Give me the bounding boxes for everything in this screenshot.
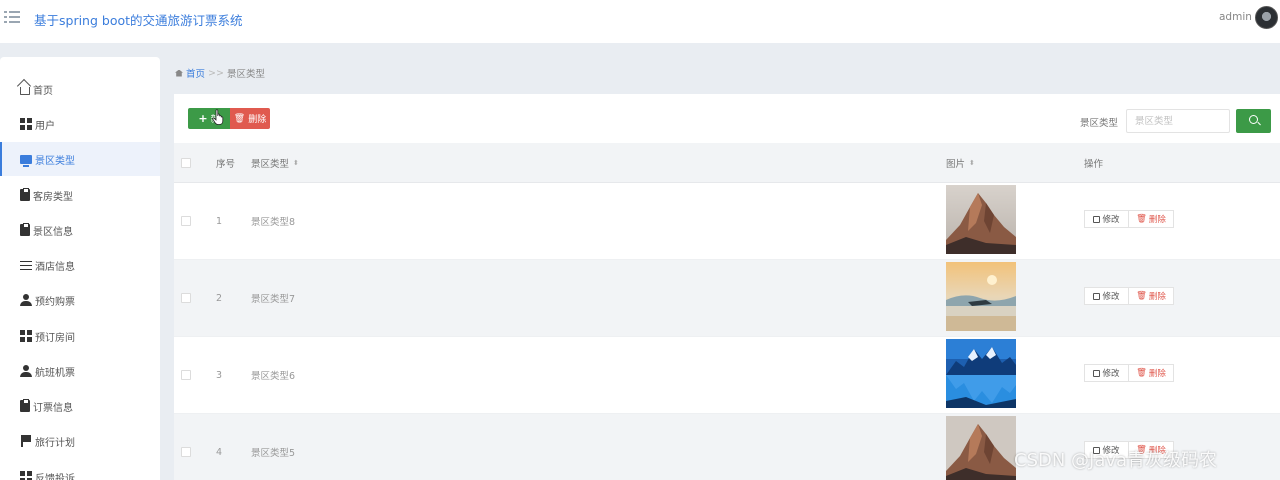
sidebar-item-flight[interactable]: 航班机票	[0, 354, 160, 388]
sidebar-item-label: 订票信息	[33, 402, 73, 414]
breadcrumb-home-link[interactable]: 首页	[186, 66, 205, 80]
table-row: 1 景区类型8 修改 🗑 删除	[174, 183, 1280, 260]
row-index: 2	[216, 292, 223, 304]
trash-icon: 🗑	[1136, 214, 1147, 224]
row-type: 景区类型5	[251, 448, 296, 459]
menu-toggle-icon[interactable]	[4, 9, 20, 25]
delete-button[interactable]: 🗑 删除	[1129, 364, 1174, 382]
sidebar-item-users[interactable]: 用户	[0, 107, 160, 141]
sidebar-item-label: 景区类型	[35, 155, 75, 167]
sidebar-item-room-booking[interactable]: 预订房间	[0, 319, 160, 353]
sidebar-item-feedback[interactable]: 反馈投诉	[0, 460, 160, 480]
sidebar-item-label: 用户	[35, 120, 55, 132]
home-icon	[20, 86, 30, 95]
edit-icon	[1093, 292, 1101, 300]
watermark: CSDN @Java青灰级码农	[1014, 450, 1218, 471]
sidebar: 首页 用户 景区类型 客房类型 景区信息 酒店信息 预约购票 预订房间 航班机票…	[0, 57, 160, 480]
column-index: 序号	[216, 158, 236, 170]
sidebar-item-scenic-type[interactable]: 景区类型	[0, 142, 160, 176]
batch-delete-button[interactable]: 🗑 删除	[230, 108, 270, 129]
breadcrumb-current: 景区类型	[226, 69, 265, 80]
select-all-checkbox[interactable]	[181, 157, 191, 168]
screen-icon	[20, 154, 32, 167]
row-type: 景区类型8	[251, 217, 296, 228]
main-panel: + 新 🗑 删除 景区类型 序号 景区类型⬍ 图片⬍ 操作 1 景区类型8 修改	[174, 94, 1280, 480]
edit-icon	[1093, 215, 1101, 223]
search-label: 景区类型	[1080, 118, 1119, 129]
search-icon	[1249, 115, 1258, 124]
search-input[interactable]	[1126, 109, 1230, 133]
row-checkbox[interactable]	[181, 370, 191, 380]
users-icon	[20, 365, 32, 377]
row-checkbox[interactable]	[181, 447, 191, 457]
clipboard-icon	[20, 399, 30, 412]
sliders-icon	[20, 259, 32, 271]
sidebar-item-ticket-booking[interactable]: 预约购票	[0, 283, 160, 317]
delete-button[interactable]: 🗑 删除	[1129, 287, 1174, 305]
delete-button[interactable]: 🗑 删除	[1129, 210, 1174, 228]
sidebar-item-label: 反馈投诉	[35, 473, 75, 480]
column-image[interactable]: 图片 ⬍	[946, 143, 975, 182]
table-row: 2 景区类型7 修改 🗑 删除	[174, 260, 1280, 337]
sidebar-item-order-info[interactable]: 订票信息	[0, 389, 160, 423]
search-button[interactable]	[1236, 109, 1271, 133]
sidebar-item-hotel-info[interactable]: 酒店信息	[0, 248, 160, 282]
sidebar-item-label: 景区信息	[33, 226, 73, 238]
scenic-image	[946, 416, 1016, 480]
clipboard-icon	[20, 223, 30, 236]
scenic-image	[946, 262, 1016, 331]
sidebar-item-travel-plan[interactable]: 旅行计划	[0, 424, 160, 458]
row-index: 4	[216, 446, 223, 458]
breadcrumb: 首页 >> 景区类型	[175, 66, 265, 80]
table-header: 序号 景区类型 ⬍ 图片 ⬍ 操作	[174, 143, 1280, 183]
flag-icon	[20, 435, 32, 447]
edit-button[interactable]: 修改	[1084, 210, 1129, 228]
trash-icon: 🗑	[1136, 291, 1147, 301]
scenic-image	[946, 339, 1016, 408]
table-row: 3 景区类型6 修改 🗑 删除	[174, 337, 1280, 414]
sidebar-item-label: 航班机票	[35, 367, 75, 379]
top-header: 基于spring boot的交通旅游订票系统 admin	[0, 0, 1280, 43]
app-title: 基于spring boot的交通旅游订票系统	[34, 13, 243, 28]
grid-icon	[20, 471, 32, 480]
user-name[interactable]: admin	[1219, 11, 1252, 23]
sidebar-item-label: 首页	[33, 85, 53, 97]
sidebar-item-label: 酒店信息	[35, 261, 75, 273]
column-type[interactable]: 景区类型 ⬍	[251, 143, 299, 182]
home-icon	[175, 69, 183, 77]
column-actions: 操作	[1084, 158, 1104, 170]
sidebar-item-scenic-info[interactable]: 景区信息	[0, 213, 160, 247]
trash-icon: 🗑	[1136, 368, 1147, 378]
plus-icon: +	[198, 112, 208, 125]
sidebar-item-label: 预约购票	[35, 296, 75, 308]
row-index: 1	[216, 215, 223, 227]
clipboard-check-icon	[20, 188, 30, 201]
sidebar-item-room-type[interactable]: 客房类型	[0, 178, 160, 212]
row-type: 景区类型7	[251, 294, 296, 305]
edit-button[interactable]: 修改	[1084, 287, 1129, 305]
breadcrumb-separator: >>	[208, 67, 224, 79]
avatar[interactable]	[1255, 6, 1278, 29]
edit-button[interactable]: 修改	[1084, 364, 1129, 382]
sidebar-item-home[interactable]: 首页	[0, 72, 160, 106]
grid-icon	[20, 330, 32, 342]
sidebar-item-label: 客房类型	[33, 191, 73, 203]
scenic-image	[946, 185, 1016, 254]
sidebar-item-label: 旅行计划	[35, 437, 75, 449]
trash-icon: 🗑	[233, 113, 246, 124]
user-icon	[20, 294, 32, 306]
grid-icon	[20, 118, 32, 130]
sidebar-item-label: 预订房间	[35, 332, 75, 344]
row-type: 景区类型6	[251, 371, 296, 382]
delete-button-label: 删除	[248, 115, 267, 125]
hand-cursor-icon	[212, 109, 224, 125]
row-checkbox[interactable]	[181, 216, 191, 226]
row-index: 3	[216, 369, 223, 381]
sort-icon[interactable]: ⬍	[969, 159, 975, 167]
sort-icon[interactable]: ⬍	[293, 159, 299, 167]
edit-icon	[1093, 369, 1101, 377]
row-checkbox[interactable]	[181, 293, 191, 303]
